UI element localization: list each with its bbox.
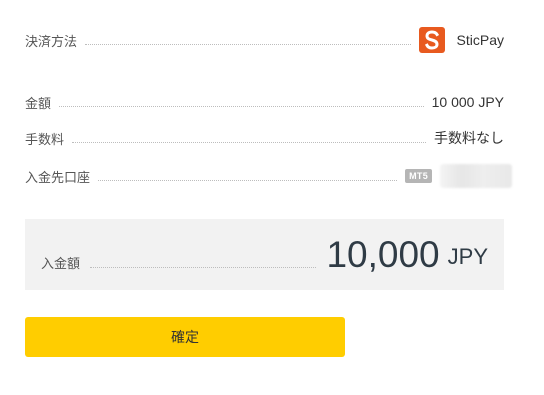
dotted-leader — [59, 105, 424, 107]
total-currency: JPY — [447, 243, 488, 269]
payment-method-row: 決済方法 SticPay — [25, 24, 504, 56]
fee-label: 手数料 — [25, 131, 65, 147]
deposit-account-row: 入金先口座 MT5 — [25, 164, 512, 188]
total-amount: 10,000 — [326, 233, 440, 275]
fee-value: 手数料なし — [434, 130, 504, 146]
amount-row: 金額 10 000 JPY — [25, 92, 504, 112]
total-amount-box: 入金額 10,000 JPY — [25, 219, 504, 290]
payment-method-name: SticPay — [456, 32, 504, 48]
deposit-account-value: MT5 — [405, 164, 512, 188]
dotted-leader — [85, 43, 411, 45]
amount-label: 金額 — [25, 95, 52, 111]
amount-value: 10 000 JPY — [431, 94, 504, 110]
deposit-account-label: 入金先口座 — [25, 169, 91, 185]
sticpay-logo-icon — [418, 27, 445, 53]
dotted-leader — [98, 179, 398, 181]
dotted-leader — [72, 141, 426, 143]
payment-method-label: 決済方法 — [25, 33, 78, 49]
total-label: 入金額 — [41, 256, 81, 271]
blurred-account-number — [440, 164, 512, 188]
fee-row: 手数料 手数料なし — [25, 128, 504, 148]
payment-method-value: SticPay — [418, 27, 504, 53]
confirm-button[interactable]: 確定 — [25, 317, 345, 357]
mt5-badge: MT5 — [405, 169, 432, 183]
dotted-leader — [90, 267, 317, 268]
